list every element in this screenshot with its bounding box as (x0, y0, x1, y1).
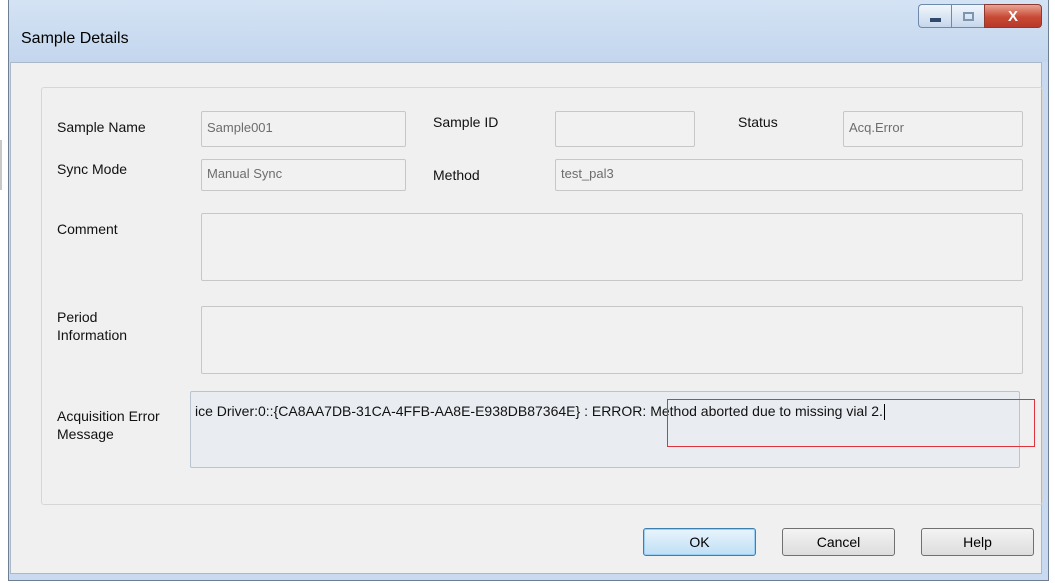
help-button[interactable]: Help (921, 528, 1034, 556)
sample-details-dialog: Sample Details X Sample Name Sample001 S… (8, 0, 1049, 581)
sample-name-field[interactable]: Sample001 (201, 111, 406, 147)
method-field[interactable]: test_pal3 (555, 159, 1023, 191)
sync-mode-field[interactable]: Manual Sync (201, 159, 406, 191)
close-button[interactable]: X (984, 4, 1042, 28)
error-message-text: ERROR: Method aborted due to missing via… (591, 403, 883, 419)
ok-button[interactable]: OK (643, 528, 756, 556)
sync-mode-label: Sync Mode (57, 161, 128, 177)
dialog-body: Sample Name Sample001 Sample ID Status A… (10, 62, 1043, 574)
cancel-button[interactable]: Cancel (782, 528, 895, 556)
sample-name-label: Sample Name (57, 119, 146, 135)
minimize-button[interactable] (918, 4, 951, 28)
sample-id-field[interactable] (555, 111, 695, 147)
acquisition-error-label-line1: Acquisition Error (57, 408, 160, 424)
window-title: Sample Details (21, 30, 129, 47)
maximize-icon (962, 11, 974, 21)
maximize-button[interactable] (951, 4, 984, 28)
close-icon: X (1007, 7, 1018, 25)
error-source-text: ice Driver:0::{CA8AA7DB-31CA-4FFB-AA8E-E… (195, 403, 592, 419)
window-controls: X (918, 4, 1042, 28)
title-bar[interactable]: Sample Details X (9, 0, 1048, 62)
acquisition-error-label-line2: Message (57, 426, 114, 442)
background-strip (0, 0, 8, 583)
comment-field[interactable] (201, 213, 1023, 281)
text-caret (883, 404, 885, 421)
comment-label: Comment (57, 221, 118, 237)
method-label: Method (433, 167, 480, 183)
edge-mark (0, 140, 2, 190)
minimize-icon (929, 18, 941, 22)
sample-id-label: Sample ID (433, 114, 499, 130)
status-field[interactable]: Acq.Error (843, 111, 1023, 147)
period-information-field[interactable] (201, 306, 1023, 374)
acquisition-error-message-field[interactable]: ice Driver:0::{CA8AA7DB-31CA-4FFB-AA8E-E… (190, 391, 1020, 468)
period-information-label-line1: Period (57, 309, 98, 325)
status-label: Status (738, 114, 778, 130)
period-information-label-line2: Information (57, 327, 128, 343)
